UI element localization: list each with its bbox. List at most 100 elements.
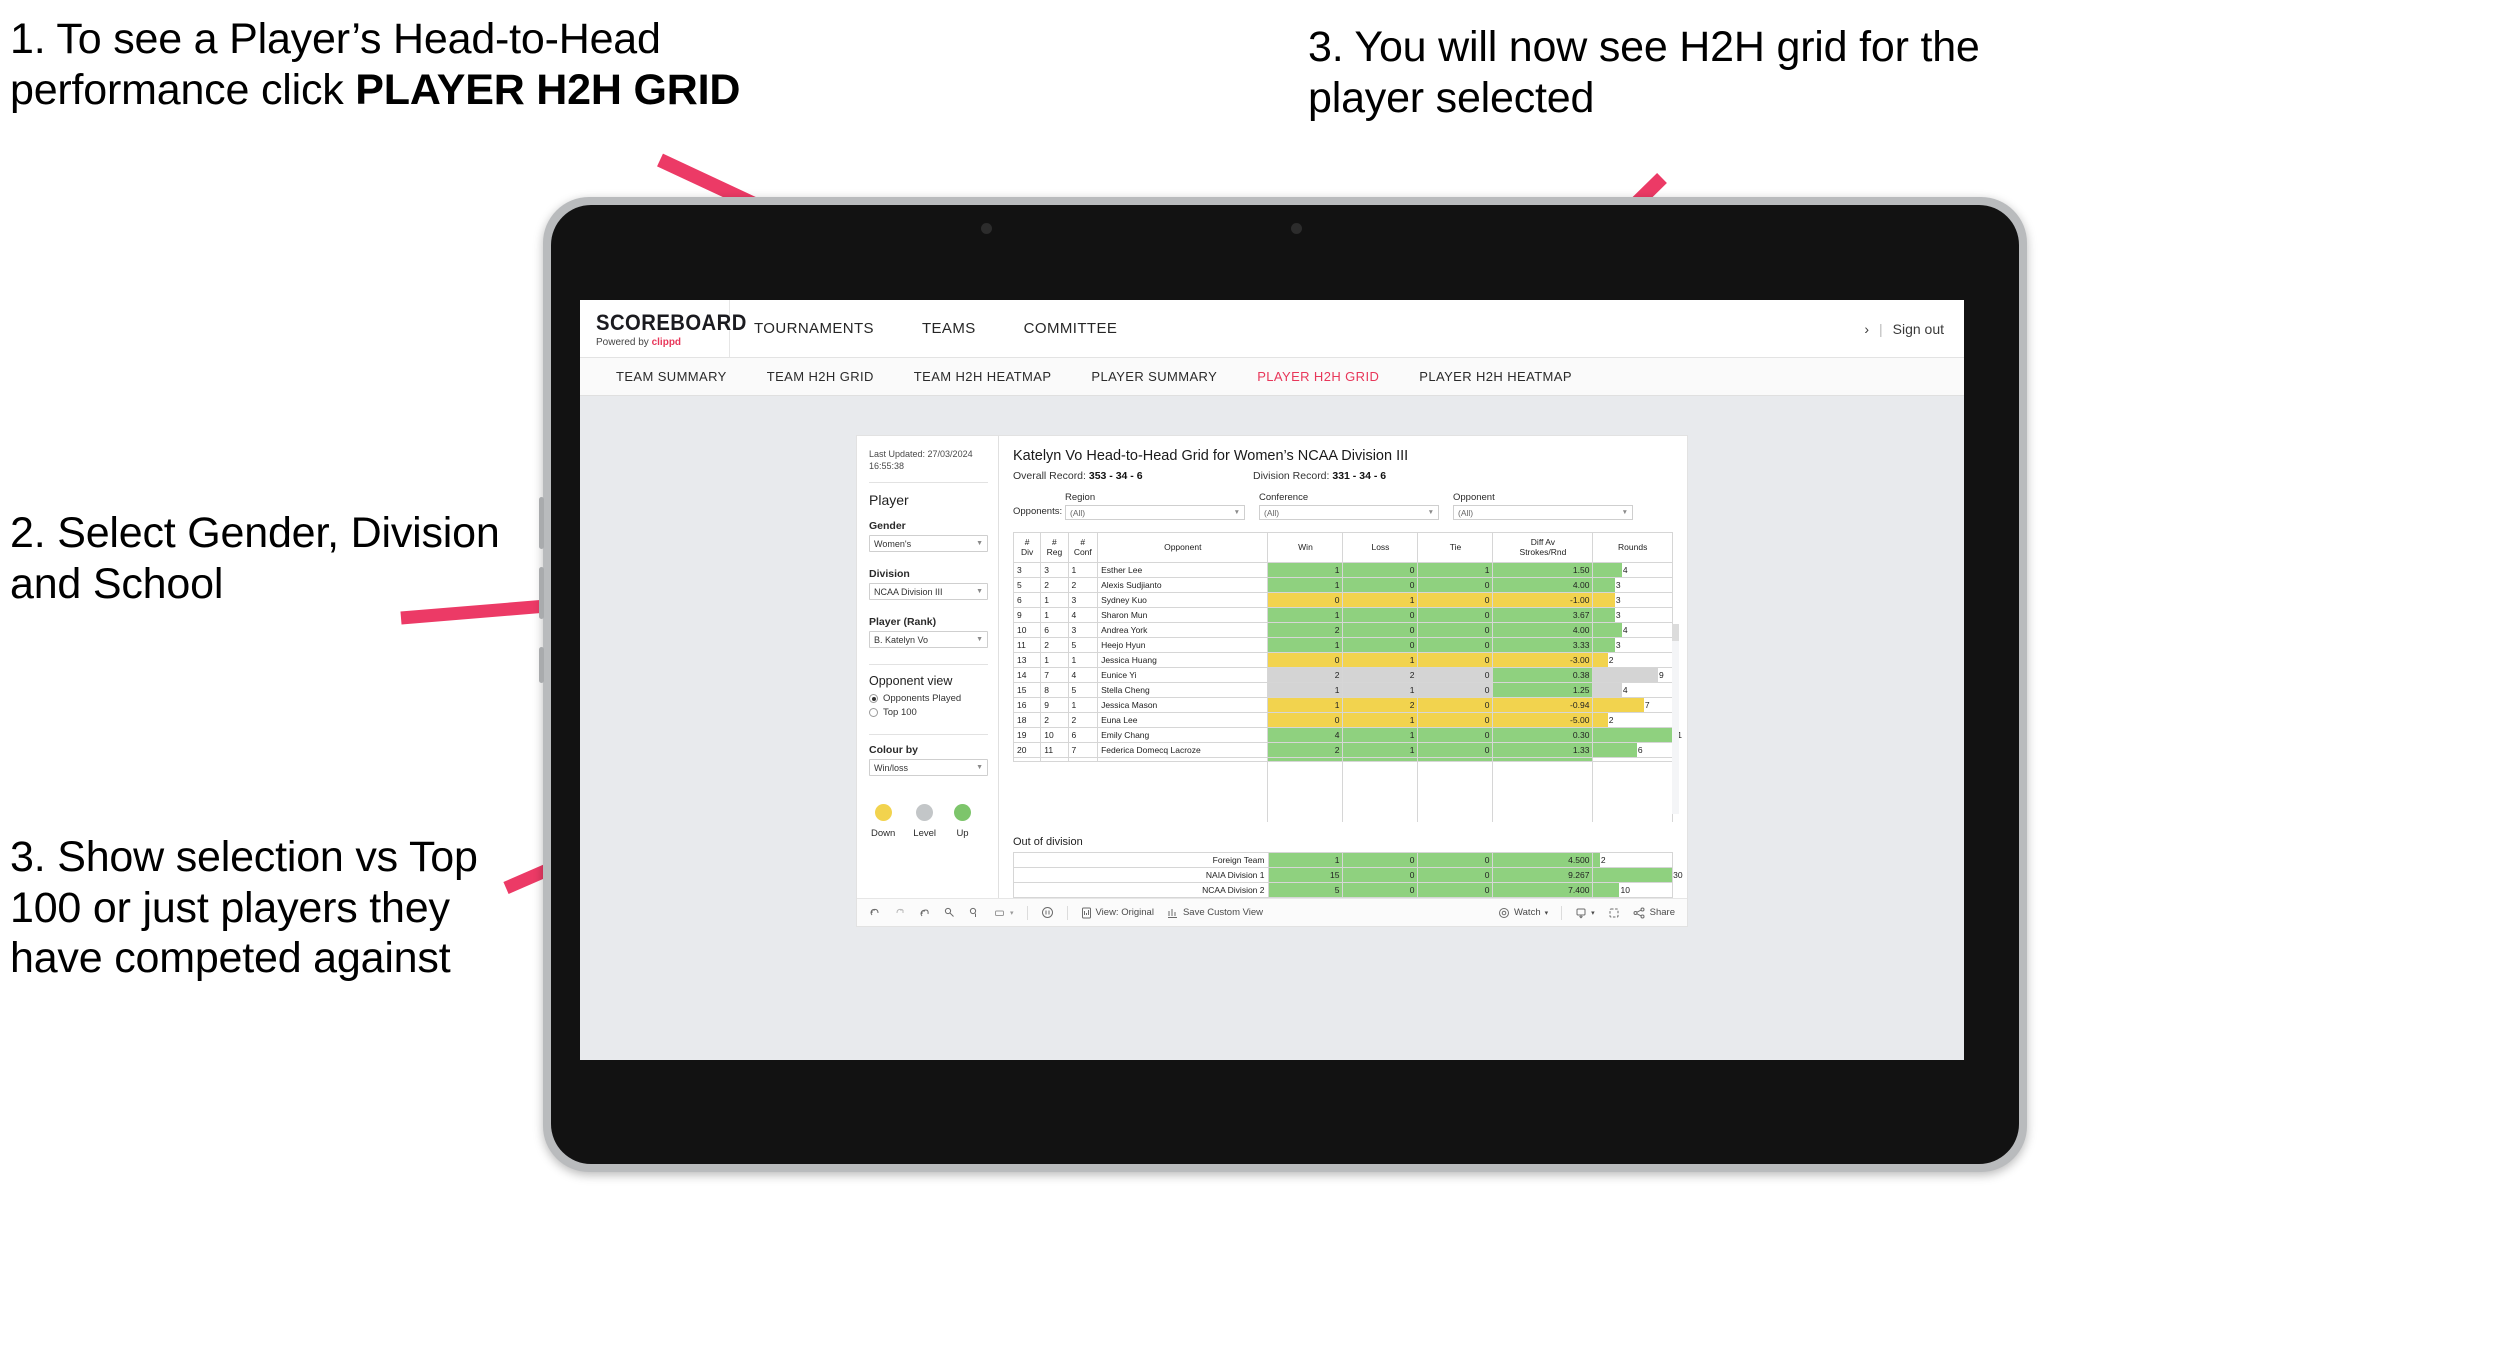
- region-select[interactable]: (All) ▼: [1065, 505, 1245, 520]
- cell-rounds: 3: [1592, 592, 1673, 608]
- cell-empty: [1592, 761, 1673, 777]
- conference-label: Conference: [1259, 492, 1309, 503]
- legend-dot-up: [954, 804, 972, 822]
- out-of-division-row[interactable]: NCAA Division 2 5 0 0 7.400 10: [1013, 882, 1673, 898]
- gender-select[interactable]: Women's ▼: [869, 535, 988, 553]
- cell-diff-av-strokes: 1.33: [1492, 742, 1594, 758]
- tab-team-summary[interactable]: TEAM SUMMARY: [596, 358, 747, 395]
- vertical-scrollbar[interactable]: [1672, 624, 1679, 814]
- share-button[interactable]: Share: [1633, 907, 1675, 919]
- chevron-down-icon: ▼: [1427, 509, 1434, 516]
- cell-loss: 1: [1342, 592, 1419, 608]
- cell-opponent: Esther Lee: [1097, 562, 1269, 578]
- sign-out-link[interactable]: Sign out: [1893, 321, 1944, 337]
- cell-loss: 2: [1342, 697, 1419, 713]
- divider: [869, 734, 988, 736]
- conference-select-value: (All): [1264, 507, 1280, 518]
- tab-team-h2h-grid[interactable]: TEAM H2H GRID: [747, 358, 894, 395]
- brand-logo[interactable]: SCOREBOARD Powered by clippd: [580, 300, 746, 357]
- device-layout-dropdown[interactable]: ▾: [994, 907, 1014, 919]
- table-row[interactable]: 15 8 5 Stella Cheng 1 1 0 1.25 4: [1012, 682, 1673, 698]
- table-row[interactable]: 13 1 1 Jessica Huang 0 1 0 -3.00 2: [1012, 652, 1673, 668]
- col-header-conf[interactable]: # Conf: [1067, 532, 1099, 563]
- cell-rounds: 3: [1592, 577, 1673, 593]
- col-header-div[interactable]: # Div: [1012, 532, 1042, 563]
- radio-top-100[interactable]: Top 100: [869, 707, 988, 718]
- division-select[interactable]: NCAA Division III ▼: [869, 583, 988, 601]
- cell-conf: 1: [1067, 697, 1099, 713]
- cell-empty: [1592, 791, 1673, 807]
- table-row[interactable]: 18 2 2 Euna Lee 0 1 0 -5.00 2: [1012, 712, 1673, 728]
- view-original-button[interactable]: View: Original: [1081, 907, 1154, 919]
- cell-empty: [1342, 776, 1419, 792]
- tab-team-h2h-heatmap[interactable]: TEAM H2H HEATMAP: [894, 358, 1072, 395]
- save-custom-view-label: Save Custom View: [1182, 907, 1264, 918]
- save-custom-view-button[interactable]: Save Custom View: [1167, 907, 1263, 919]
- sensor-icon: [1291, 223, 1302, 234]
- nav-item-teams[interactable]: TEAMS: [898, 300, 1000, 357]
- opponent-select[interactable]: (All) ▼: [1453, 505, 1633, 520]
- conference-select[interactable]: (All) ▼: [1259, 505, 1439, 520]
- cell-tie: 0: [1417, 652, 1494, 668]
- nav-item-committee[interactable]: COMMITTEE: [1000, 300, 1142, 357]
- cell-opponent: Eunice Yi: [1097, 667, 1269, 683]
- out-of-division-row[interactable]: NAIA Division 1 15 0 0 9.267 30: [1013, 867, 1683, 883]
- revert-icon[interactable]: [919, 907, 931, 919]
- undo-icon[interactable]: [869, 907, 881, 919]
- cell-empty: [1267, 791, 1344, 807]
- divider: [1026, 905, 1028, 920]
- scrollbar-thumb[interactable]: [1672, 624, 1679, 641]
- fullscreen-icon[interactable]: [1608, 907, 1620, 919]
- col-header-reg[interactable]: # Reg: [1040, 532, 1069, 563]
- table-row[interactable]: 14 7 4 Eunice Yi 2 2 0 0.38 9: [1012, 667, 1673, 683]
- col-header-tie[interactable]: Tie: [1417, 532, 1494, 563]
- table-row[interactable]: 3 3 1 Esther Lee 1 0 1 1.50 4: [1012, 562, 1673, 578]
- player-rank-select[interactable]: B. Katelyn Vo ▼: [869, 631, 988, 649]
- colour-by-select[interactable]: Win/loss ▼: [869, 759, 988, 777]
- col-header-rounds[interactable]: Rounds: [1592, 532, 1673, 563]
- table-row[interactable]: 9 1 4 Sharon Mun 1 0 0 3.67 3: [1012, 607, 1673, 623]
- table-row[interactable]: 16 9 1 Jessica Mason 1 2 0 -0.94 7: [1012, 697, 1673, 713]
- pause-icon[interactable]: [969, 907, 981, 919]
- chevron-down-icon: ▼: [976, 636, 983, 644]
- cell-label: Foreign Team: [1013, 852, 1269, 868]
- power-button[interactable]: [539, 647, 544, 683]
- col-header-loss[interactable]: Loss: [1342, 532, 1419, 563]
- gender-label: Gender: [869, 520, 906, 533]
- table-row[interactable]: 5 2 2 Alexis Sudjianto 1 0 0 4.00 3: [1012, 577, 1673, 593]
- cell-loss: 0: [1342, 637, 1419, 653]
- opponents-filter-label: Opponents:: [1013, 506, 1063, 517]
- cell-tie: 0: [1417, 637, 1494, 653]
- table-row[interactable]: 11 2 5 Heejo Hyun 1 0 0 3.33 3: [1012, 637, 1673, 653]
- col-header-win[interactable]: Win: [1267, 532, 1344, 563]
- table-row-empty: [1014, 806, 1673, 822]
- volume-up-button[interactable]: [539, 497, 544, 549]
- col-header-diff-av-strokes-rnd[interactable]: Diff Av Strokes/Rnd: [1492, 532, 1594, 563]
- nav-item-tournaments[interactable]: TOURNAMENTS: [730, 300, 898, 357]
- radio-opponents-played[interactable]: Opponents Played: [869, 693, 988, 704]
- tab-player-summary[interactable]: PLAYER SUMMARY: [1071, 358, 1237, 395]
- out-of-division-row[interactable]: Foreign Team 1 0 0 4.500 2: [1013, 852, 1673, 868]
- cell-win: 1: [1267, 682, 1344, 698]
- volume-down-button[interactable]: [539, 567, 544, 619]
- tab-player-h2h-heatmap[interactable]: PLAYER H2H HEATMAP: [1399, 358, 1592, 395]
- sub-navigation-tabs: TEAM SUMMARY TEAM H2H GRID TEAM H2H HEAT…: [580, 358, 1964, 396]
- table-row[interactable]: 6 1 3 Sydney Kuo 0 1 0 -1.00 3: [1012, 592, 1673, 608]
- download-dropdown[interactable]: ▾: [1575, 907, 1595, 919]
- table-row[interactable]: 20 11 7 Federica Domecq Lacroze 2 1 0 1.33 6: [1012, 742, 1673, 758]
- col-header-opponent[interactable]: Opponent: [1097, 532, 1269, 563]
- cell-loss: 1: [1342, 652, 1419, 668]
- cell-opponent: Federica Domecq Lacroze: [1097, 742, 1269, 758]
- region-select-value: (All): [1070, 507, 1086, 518]
- table-row[interactable]: 19106Emily Chang4100.3011: [1012, 727, 1682, 743]
- redo-icon[interactable]: [894, 907, 906, 919]
- cell-tie: 1: [1417, 562, 1494, 578]
- refresh-icon[interactable]: [944, 907, 956, 919]
- cell-div: 9: [1012, 607, 1042, 623]
- cell-loss: 0: [1342, 607, 1419, 623]
- pause-auto-updates-icon[interactable]: [1041, 906, 1054, 919]
- table-row[interactable]: 10 6 3 Andrea York 2 0 0 4.00 4: [1012, 622, 1673, 638]
- watch-dropdown[interactable]: Watch ▾: [1498, 907, 1548, 919]
- tab-player-h2h-grid[interactable]: PLAYER H2H GRID: [1237, 358, 1399, 395]
- chevron-right-icon[interactable]: ›: [1864, 321, 1869, 337]
